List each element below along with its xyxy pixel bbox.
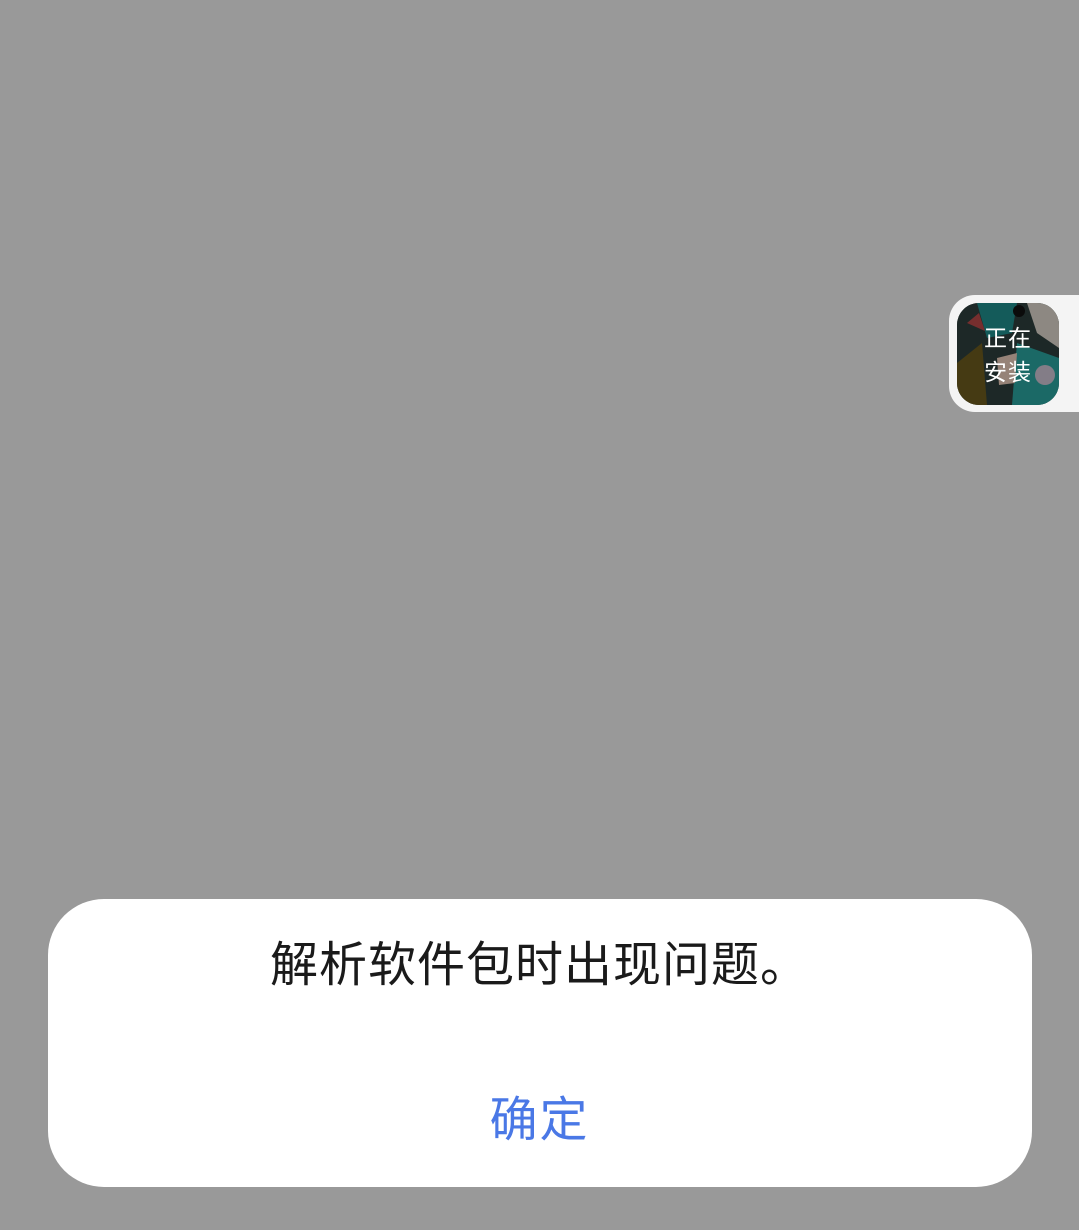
screen: 正在 安装 解析软件包时出现问题。 确定 [0, 0, 1079, 1230]
app-icon: 正在 安装 [957, 303, 1059, 405]
install-status-line1: 正在 [984, 326, 1032, 352]
install-status-line2: 安装 [984, 360, 1032, 386]
dialog-message: 解析软件包时出现问题。 [269, 937, 809, 993]
installing-float-bubble[interactable]: 正在 安装 [949, 295, 1079, 412]
confirm-button[interactable]: 确定 [0, 1088, 1079, 1152]
